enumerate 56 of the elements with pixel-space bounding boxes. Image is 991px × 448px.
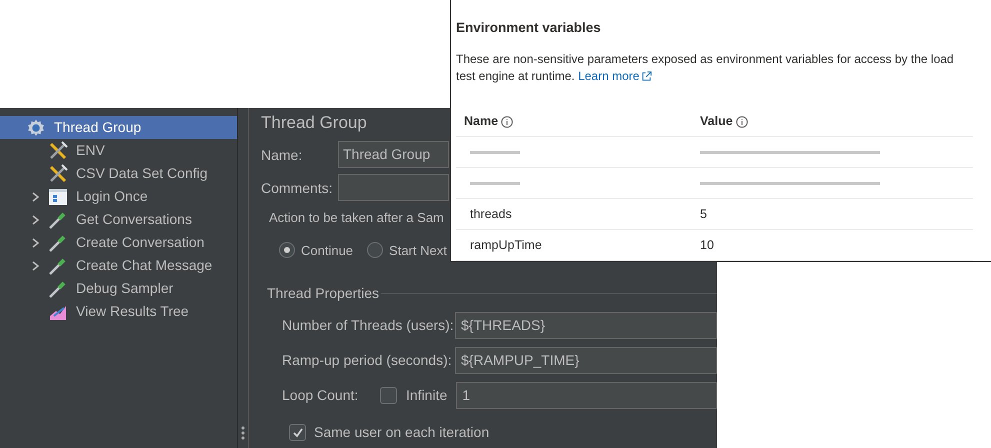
- field-label: Ramp-up period (seconds):: [282, 351, 450, 370]
- panel-title: Thread Group: [261, 112, 367, 134]
- group-legend: Action to be taken after a Sam: [269, 208, 444, 228]
- blurred-text: [470, 182, 520, 185]
- tree-item[interactable]: View Results Tree: [0, 300, 237, 323]
- radio-option[interactable]: Start Next: [367, 240, 447, 260]
- window-icon: [48, 186, 68, 206]
- learn-more-link[interactable]: Learn more: [578, 68, 652, 86]
- tree-item[interactable]: Thread Group: [0, 116, 237, 139]
- text-field[interactable]: ${RAMPUP_TIME}: [455, 347, 717, 374]
- pipette-icon: [48, 278, 68, 298]
- blurred-text: [470, 150, 520, 154]
- text-field[interactable]: ${THREADS}: [455, 312, 717, 339]
- field-label: Name:: [261, 146, 304, 164]
- comments-field[interactable]: [338, 174, 449, 201]
- column-header: Name: [464, 113, 498, 130]
- table-cell-text: 10: [700, 236, 714, 254]
- checkbox-label: Same user on each iteration: [314, 423, 490, 442]
- group-legend: Thread Properties: [267, 283, 380, 304]
- crossed-tools-icon: [48, 164, 68, 184]
- column-header: Value: [700, 113, 733, 130]
- tree-item[interactable]: Debug Sampler: [0, 277, 237, 300]
- gear-icon: [26, 118, 46, 138]
- chevron-right-icon[interactable]: [32, 214, 40, 224]
- field-label: Loop Count:: [282, 386, 360, 405]
- chevron-right-icon[interactable]: [32, 260, 40, 270]
- checkbox-label: Infinite: [406, 386, 448, 405]
- tree-item[interactable]: CSV Data Set Config: [0, 162, 237, 185]
- field-label: Comments:: [261, 178, 331, 198]
- tree-item[interactable]: Create Conversation: [0, 231, 237, 254]
- description-text: These are non-sensitive parameters exposed as environment variables for access by the load test engine at runtime. Learn more: [456, 51, 955, 86]
- crossed-tools-icon: [48, 140, 68, 160]
- field-label: Number of Threads (users):: [282, 316, 450, 335]
- tree-item[interactable]: Create Chat Message: [0, 254, 237, 277]
- info-icon: [736, 116, 748, 128]
- check-icon: [292, 426, 304, 438]
- info-icon: [501, 116, 514, 128]
- tree-item[interactable]: Login Once: [0, 185, 237, 208]
- table-cell: rampUpTime: [470, 238, 542, 252]
- pipette-icon: [48, 256, 68, 276]
- tree-item[interactable]: Get Conversations: [0, 208, 237, 231]
- loop-count-field[interactable]: 1: [456, 382, 717, 409]
- pipette-icon: [48, 210, 68, 230]
- chevron-right-icon[interactable]: [32, 192, 40, 202]
- radio-option[interactable]: Continue: [279, 240, 354, 260]
- table-cell-text: 5: [700, 206, 707, 223]
- external-link-icon: [641, 71, 652, 82]
- checkbox[interactable]: [289, 424, 306, 441]
- tree-item[interactable]: ENV: [0, 139, 237, 162]
- chevron-right-icon[interactable]: [32, 238, 40, 248]
- section-title: Environment variables: [456, 19, 602, 37]
- splitter-handle-icon[interactable]: [241, 426, 245, 440]
- pipette-icon: [48, 232, 68, 252]
- name-field[interactable]: Thread Group: [338, 141, 449, 168]
- table-cell: threads: [470, 206, 512, 221]
- checkbox[interactable]: [380, 387, 397, 404]
